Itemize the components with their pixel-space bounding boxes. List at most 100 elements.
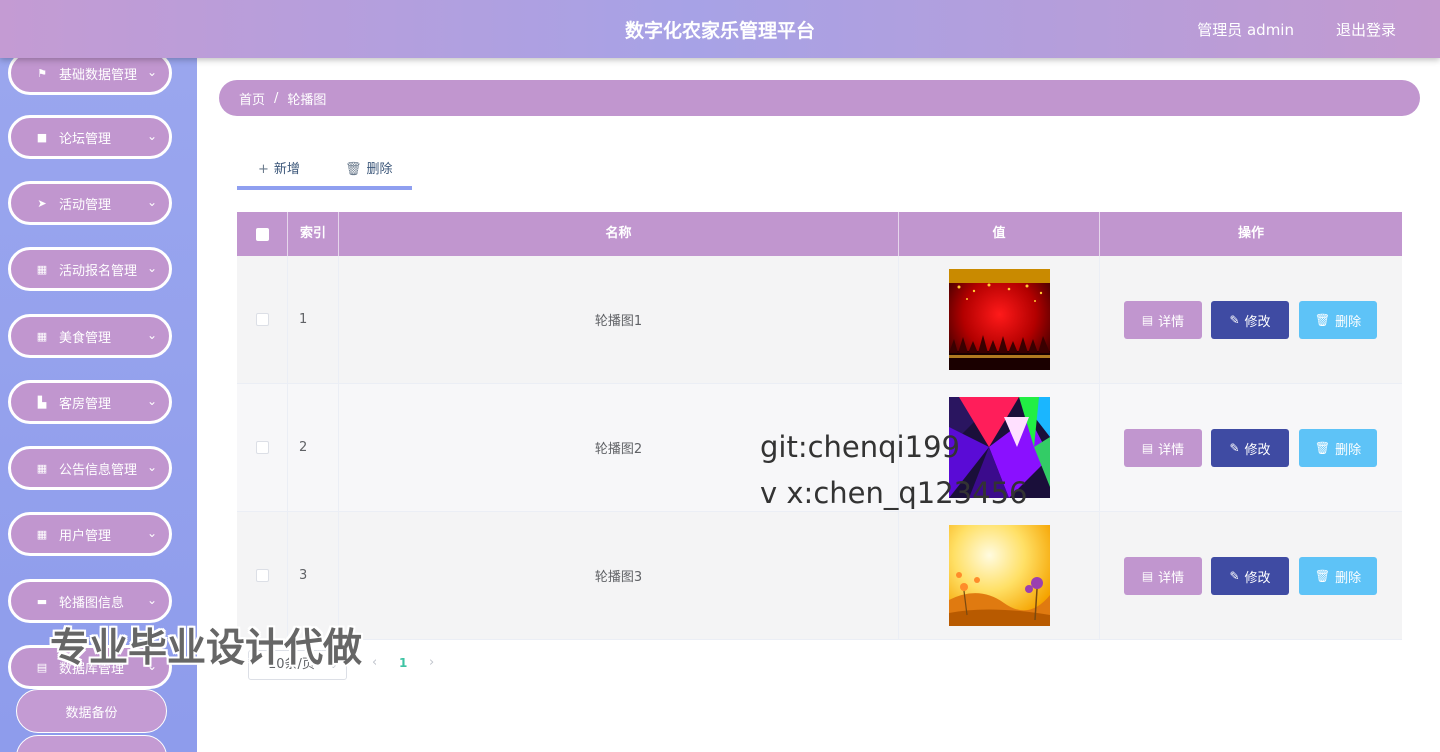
prev-page-icon[interactable]: ‹ [372, 655, 377, 670]
sidebar-item-users[interactable]: ▦ 用户管理 ⌄ [8, 512, 172, 556]
row-checkbox[interactable] [255, 441, 269, 454]
delete-button[interactable]: 🗑 删除 [1299, 429, 1377, 467]
add-button[interactable]: + 新增 [258, 158, 300, 177]
database-icon: ▤ [36, 660, 48, 674]
index-cell: 1 [288, 256, 339, 383]
sidebar-item-activity[interactable]: ➤ 活动管理 ⌄ [8, 181, 172, 225]
breadcrumb: 首页 / 轮播图 [219, 80, 1420, 116]
edit-label: 修改 [1244, 442, 1271, 458]
chevron-down-icon: ⌄ [146, 261, 157, 275]
edit-button[interactable]: ✎ 修改 [1211, 429, 1289, 467]
checkbox-cell [237, 256, 288, 383]
actions-cell: ▤ 详情 ✎ 修改 🗑 删除 [1100, 512, 1402, 639]
paper-plane-icon: ➤ [37, 196, 47, 210]
grid-icon: ▦ [36, 461, 48, 475]
detail-button[interactable]: ▤ 详情 [1124, 429, 1202, 467]
row-checkbox[interactable] [255, 313, 269, 326]
ticket-icon: ▬ [36, 594, 48, 608]
header-actions: 操作 [1237, 226, 1264, 241]
value-cell [899, 256, 1100, 383]
select-all-cell [237, 212, 288, 256]
sidebar-item-rooms[interactable]: ▙ 客房管理 ⌄ [8, 380, 172, 424]
sidebar-item-activity-signup[interactable]: ▦ 活动报名管理 ⌄ [8, 247, 172, 291]
chevron-down-icon: ⌄ [146, 526, 157, 540]
breadcrumb-home[interactable]: 首页 [239, 89, 265, 108]
sidebar-item-label: 客房管理 [59, 396, 112, 412]
delete-button[interactable]: 🗑 删除 [1299, 301, 1377, 339]
grid-icon: ▦ [36, 527, 48, 541]
detail-button[interactable]: ▤ 详情 [1124, 557, 1202, 595]
watermark-vx: v x:chen_q123456 [760, 476, 1028, 510]
submenu-item-backup[interactable]: 数据备份 [16, 689, 167, 733]
edit-label: 修改 [1244, 570, 1271, 586]
select-all-checkbox[interactable] [255, 227, 269, 241]
detail-label: 详情 [1158, 570, 1185, 586]
delete-label: 删除 [366, 162, 393, 177]
sidebar-item-label: 轮播图信息 [59, 595, 125, 611]
header-index: 索引 [288, 212, 339, 256]
toolbar: + 新增 🗑 删除 [237, 150, 412, 190]
document-icon: ▤ [1141, 313, 1154, 327]
next-page-icon[interactable]: › [429, 655, 434, 670]
batch-delete-button[interactable]: 🗑 删除 [345, 158, 393, 177]
delete-button[interactable]: 🗑 删除 [1299, 557, 1377, 595]
plus-icon: + [258, 162, 269, 177]
delete-label: 删除 [1335, 570, 1362, 586]
header-name: 名称 [339, 212, 899, 256]
table-header: 索引 名称 值 操作 [237, 212, 1402, 256]
sidebar-item-label: 基础数据管理 [59, 67, 138, 83]
submenu-item-restore[interactable]: 数据还原 [16, 735, 167, 752]
edit-button[interactable]: ✎ 修改 [1211, 301, 1289, 339]
chevron-down-icon: ⌄ [146, 394, 157, 408]
edit-label: 修改 [1244, 314, 1271, 330]
watermark-git: git:chenqi199 [760, 430, 960, 464]
sidebar-item-base-data[interactable]: ⚑ 基础数据管理 ⌄ [8, 58, 172, 95]
document-icon: ▤ [1141, 441, 1154, 455]
sidebar-item-label: 活动报名管理 [59, 263, 138, 279]
edit-button[interactable]: ✎ 修改 [1211, 557, 1289, 595]
page-number-current[interactable]: 1 [399, 656, 407, 670]
sidebar-item-notices[interactable]: ▦ 公告信息管理 ⌄ [8, 446, 172, 490]
table-row: 1 轮播图1 ▤ 详情 ✎ 修改 🗑 删除 [237, 256, 1402, 384]
row-checkbox[interactable] [255, 569, 269, 582]
trash-icon: 🗑 [345, 162, 362, 177]
actions-cell: ▤ 详情 ✎ 修改 🗑 删除 [1100, 256, 1402, 383]
top-header: 数字化农家乐管理平台 管理员 admin 退出登录 [0, 0, 1440, 58]
detail-button[interactable]: ▤ 详情 [1124, 301, 1202, 339]
grid-icon: ▦ [36, 262, 48, 276]
autumn-flowers-thumbnail[interactable] [948, 525, 1050, 626]
chevron-down-icon: ⌄ [146, 129, 157, 143]
sidebar-item-food[interactable]: ▦ 美食管理 ⌄ [8, 314, 172, 358]
table-row: 3 轮播图3 ▤ 详情 ✎ 修改 🗑 删除 [237, 512, 1402, 640]
pencil-icon: ✎ [1229, 569, 1240, 583]
red-stage-thumbnail[interactable] [948, 269, 1050, 370]
sidebar-item-label: 用户管理 [59, 528, 112, 544]
delete-label: 删除 [1335, 442, 1362, 458]
document-icon: ▤ [1141, 569, 1154, 583]
trash-icon: 🗑 [1314, 441, 1331, 455]
current-user: 管理员 admin [1197, 21, 1294, 39]
trash-icon: 🗑 [1314, 569, 1331, 583]
sidebar-item-forum[interactable]: ■ 论坛管理 ⌄ [8, 115, 172, 159]
comment-icon: ■ [36, 130, 48, 144]
breadcrumb-current: 轮播图 [287, 92, 327, 108]
chevron-down-icon: ⌄ [146, 328, 157, 342]
trash-icon: 🗑 [1314, 313, 1331, 327]
actions-cell: ▤ 详情 ✎ 修改 🗑 删除 [1100, 384, 1402, 511]
breadcrumb-separator: / [274, 90, 279, 106]
sidebar-item-label: 论坛管理 [59, 131, 112, 147]
name-cell: 轮播图1 [339, 256, 899, 383]
house-icon: ▙ [37, 395, 47, 409]
watermark-promo: 专业毕业设计代做 [50, 626, 363, 671]
delete-label: 删除 [1335, 314, 1362, 330]
flag-icon: ⚑ [37, 66, 47, 80]
chevron-down-icon: ⌄ [146, 460, 157, 474]
watermark-contact: git:chenqi199 v x:chen_q123456 [760, 424, 1027, 516]
logout-link[interactable]: 退出登录 [1336, 19, 1396, 40]
sidebar-item-label: 公告信息管理 [59, 462, 138, 478]
index-cell: 2 [288, 384, 339, 511]
header-value: 值 [899, 212, 1100, 256]
add-label: 新增 [273, 162, 300, 177]
chevron-down-icon: ⌄ [146, 195, 157, 209]
grid-icon: ▦ [36, 329, 48, 343]
